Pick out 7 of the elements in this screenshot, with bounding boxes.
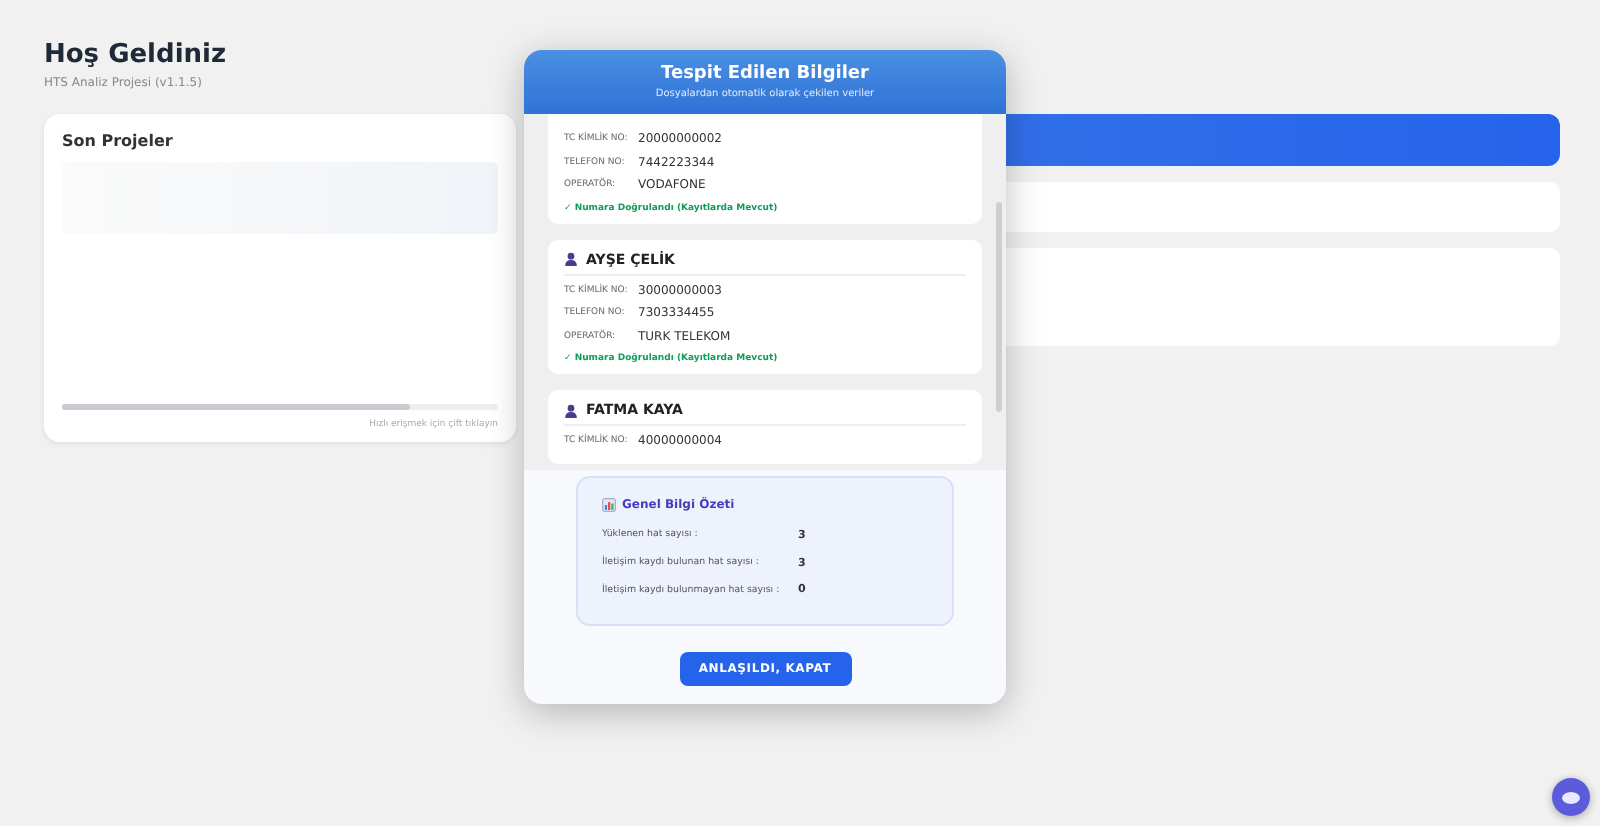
person-icon xyxy=(564,403,578,417)
person-icon xyxy=(564,252,578,266)
modal-title: Tespit Edilen Bilgiler xyxy=(661,64,869,84)
page-title: Hoş Geldiniz xyxy=(44,40,229,70)
card-title: Son Projeler xyxy=(62,132,173,150)
chat-button[interactable] xyxy=(1552,778,1590,816)
chart-icon xyxy=(602,498,616,512)
